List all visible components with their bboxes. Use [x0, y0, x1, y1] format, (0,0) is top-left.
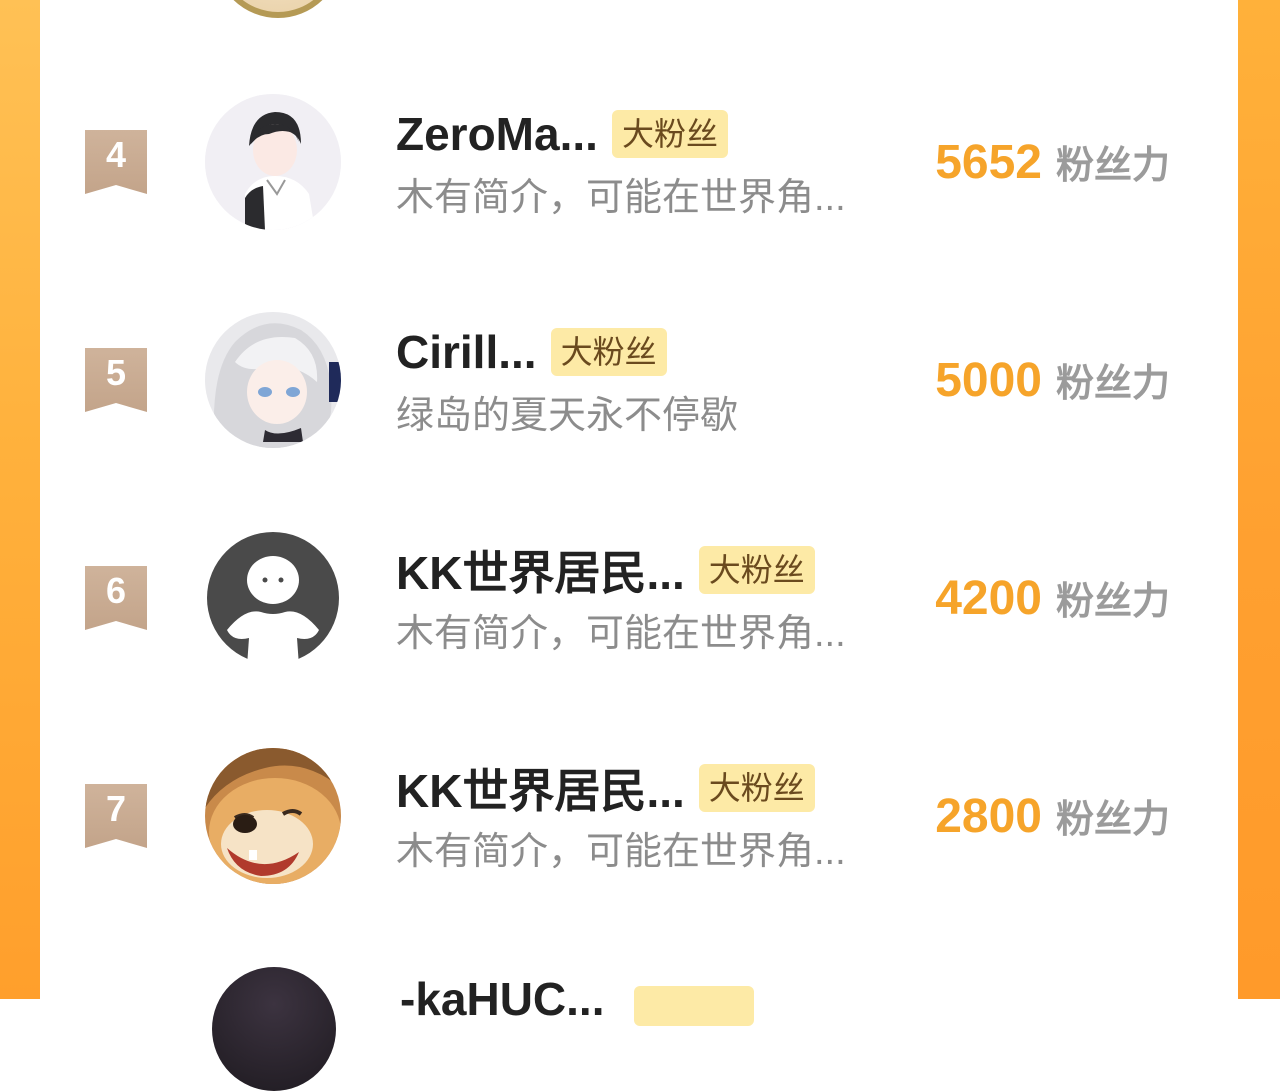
user-bio: 绿岛的夏天永不停歇	[396, 395, 739, 437]
fan-power-score: 5652 粉丝力	[935, 134, 1170, 190]
score-value: 2800	[935, 790, 1042, 843]
fan-level-badge: 大粉丝	[698, 546, 815, 594]
score-unit: 粉丝力	[1055, 363, 1170, 405]
rank-flag: 5	[85, 348, 147, 412]
fan-power-score: 2800 粉丝力	[935, 788, 1170, 844]
fan-level-badge: 大粉丝	[550, 328, 667, 376]
user-name[interactable]: KK世界居民...	[396, 755, 685, 821]
ranking-row-4[interactable]: 4 ZeroMa... 大粉丝 木有简介，可能在世界角... 5652 粉丝力	[0, 94, 1280, 234]
score-unit: 粉丝力	[1055, 145, 1170, 187]
user-name[interactable]: Cirill...	[396, 325, 537, 379]
user-name[interactable]: KK世界居民...	[396, 537, 685, 603]
rank-flag: 7	[85, 784, 147, 848]
user-bio: 木有简介，可能在世界角...	[396, 831, 846, 873]
score-value: 4200	[935, 572, 1042, 625]
fan-power-score: 5000 粉丝力	[935, 352, 1170, 408]
default-user-avatar[interactable]	[205, 530, 341, 666]
score-value: 5000	[935, 354, 1042, 407]
next-user-name[interactable]: -kaHUC...	[400, 972, 604, 1026]
ranking-row-5[interactable]: 5 Cirill... 大粉丝 绿岛的夏天永不停歇 5000 粉丝力	[0, 312, 1280, 452]
fan-power-score: 4200 粉丝力	[935, 570, 1170, 626]
ranking-row-6[interactable]: 6 KK世界居民... 大粉丝 木有简介，可能在世界角... 4200 粉丝力	[0, 530, 1280, 670]
next-user-badge	[634, 986, 754, 1026]
fan-level-badge: 大粉丝	[611, 110, 728, 158]
user-bio: 木有简介，可能在世界角...	[396, 613, 846, 655]
ranking-row-7[interactable]: 7 KK世界居民... 大粉丝 木有简介，可能在世界角... 2800 粉丝力	[0, 748, 1280, 888]
anime-boy-avatar[interactable]	[205, 94, 341, 230]
previous-user-avatar[interactable]	[214, 0, 342, 18]
score-value: 5652	[935, 136, 1042, 189]
user-name[interactable]: ZeroMa...	[396, 107, 598, 161]
next-user-avatar[interactable]	[212, 967, 336, 1091]
fan-level-badge: 大粉丝	[698, 764, 815, 812]
shiba-dog-avatar[interactable]	[205, 748, 341, 884]
rank-flag: 4	[85, 130, 147, 194]
rank-flag: 6	[85, 566, 147, 630]
anime-girl-avatar[interactable]	[205, 312, 341, 448]
user-bio: 木有简介，可能在世界角...	[396, 177, 846, 219]
score-unit: 粉丝力	[1055, 799, 1170, 841]
score-unit: 粉丝力	[1055, 581, 1170, 623]
